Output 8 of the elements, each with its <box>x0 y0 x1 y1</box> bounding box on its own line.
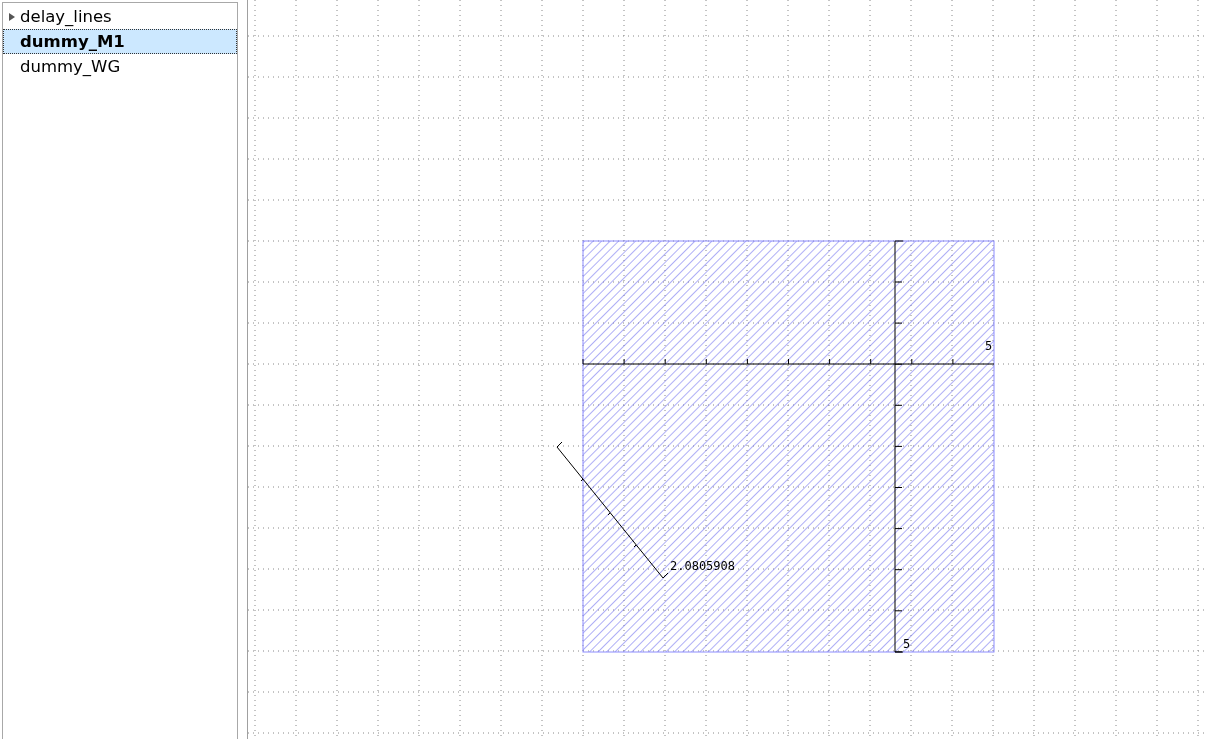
axis-label: 5 <box>985 339 993 353</box>
tree-item[interactable]: dummy_M1 <box>3 29 237 54</box>
expand-arrow-icon[interactable] <box>9 12 15 21</box>
layout-canvas[interactable]: 5 5 2.0805908 <box>248 0 1205 739</box>
axis-label: 5 <box>903 637 911 651</box>
ruler-reading: 2.0805908 <box>670 559 736 573</box>
tree-item[interactable]: delay_lines <box>3 4 237 29</box>
tree-item[interactable]: dummy_WG <box>3 54 237 79</box>
